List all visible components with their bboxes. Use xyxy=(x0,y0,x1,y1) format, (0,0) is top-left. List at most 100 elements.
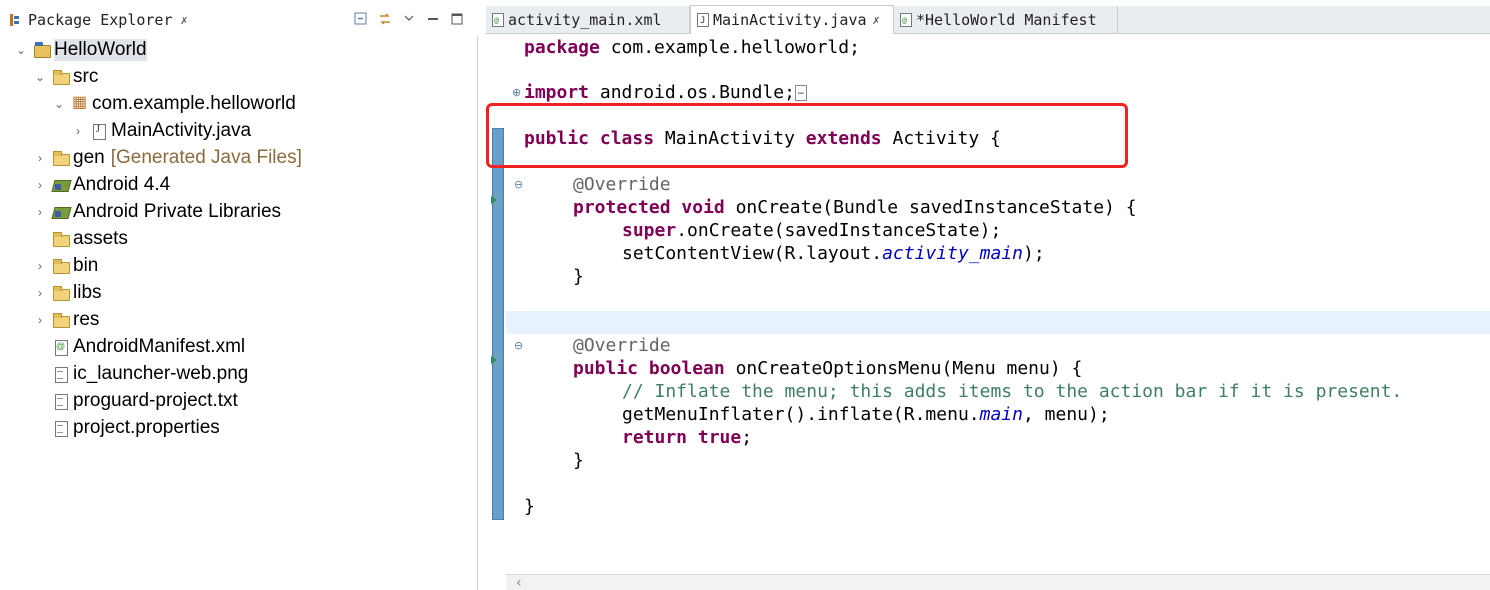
folder-icon xyxy=(53,285,70,301)
code-line: } xyxy=(524,496,535,517)
code-line: setContentView(R.layout.activity_main); xyxy=(622,243,1045,264)
tree-item-src[interactable]: ⌄ src xyxy=(33,63,98,90)
code-line: getMenuInflater().inflate(R.menu.main, m… xyxy=(622,404,1110,425)
tree-item-label: res xyxy=(73,308,100,330)
link-with-editor-icon[interactable] xyxy=(378,11,392,25)
tree-item-decoration: [Generated Java Files] xyxy=(110,146,302,168)
tab-label: MainActivity.java xyxy=(713,11,867,29)
file-icon xyxy=(53,420,69,437)
tab-helloworld-manifest[interactable]: @ *HelloWorld Manifest xyxy=(894,6,1118,34)
view-menu-icon[interactable] xyxy=(402,11,416,25)
tree-item-label: proguard-project.txt xyxy=(73,389,238,411)
tree-item-label: ic_launcher-web.png xyxy=(73,362,249,384)
tab-mainactivity-java[interactable]: J MainActivity.java ✗ xyxy=(690,5,894,34)
tree-item-bin[interactable]: › bin xyxy=(33,252,98,279)
chevron-right-icon[interactable]: › xyxy=(71,124,85,138)
code-line: } xyxy=(573,450,584,471)
code-line: import android.os.Bundle;… xyxy=(524,81,807,104)
chevron-right-icon[interactable]: › xyxy=(33,259,47,273)
java-file-icon xyxy=(91,123,107,140)
close-icon[interactable]: ✗ xyxy=(181,13,188,27)
tree-item-label: Android Private Libraries xyxy=(73,200,282,222)
svg-text:@: @ xyxy=(902,16,907,25)
package-explorer-header: Package Explorer ✗ xyxy=(0,0,478,36)
fold-collapse-icon[interactable]: ⊖ xyxy=(514,178,523,191)
tab-label: *HelloWorld Manifest xyxy=(916,11,1097,29)
tree-item-spacer xyxy=(33,394,47,408)
tree-item-android-private-libraries[interactable]: › Android Private Libraries xyxy=(33,198,281,225)
tree-item-proguard-project[interactable]: proguard-project.txt xyxy=(33,387,238,414)
folder-icon xyxy=(53,258,70,274)
xml-file-icon: @ xyxy=(492,13,504,27)
code-line: @Override xyxy=(573,335,671,356)
tab-activity-main-xml[interactable]: @ activity_main.xml xyxy=(486,6,690,34)
library-icon xyxy=(53,204,69,220)
tree-item-label: bin xyxy=(73,254,99,276)
code-line: @Override xyxy=(573,174,671,195)
tree-item-project-properties[interactable]: project.properties xyxy=(33,414,220,441)
collapse-all-icon[interactable] xyxy=(354,11,368,25)
horizontal-scrollbar[interactable]: ‹ xyxy=(506,574,1490,590)
tree-item-ic-launcher-web[interactable]: ic_launcher-web.png xyxy=(33,360,248,387)
tree-item-label: Android 4.4 xyxy=(73,173,171,195)
chevron-right-icon[interactable]: › xyxy=(33,178,47,192)
folder-icon xyxy=(53,231,70,247)
java-editor: @ activity_main.xml J MainActivity.java … xyxy=(486,0,1490,590)
file-icon xyxy=(53,393,69,410)
fold-collapse-icon[interactable]: ⊖ xyxy=(514,339,523,352)
code-line: public boolean onCreateOptionsMenu(Menu … xyxy=(573,358,1083,379)
chevron-down-icon[interactable]: ⌄ xyxy=(52,97,66,111)
folded-code-icon[interactable]: … xyxy=(794,85,807,101)
chevron-down-icon[interactable]: ⌄ xyxy=(14,43,28,57)
tree-item-label: src xyxy=(73,65,99,87)
chevron-right-icon[interactable]: › xyxy=(33,151,47,165)
close-icon[interactable]: ✗ xyxy=(873,13,880,27)
package-explorer-title: Package Explorer xyxy=(28,11,173,29)
tree-item-libs[interactable]: › libs xyxy=(33,279,102,306)
xml-file-icon xyxy=(53,339,69,356)
editor-tab-bar: @ activity_main.xml J MainActivity.java … xyxy=(486,5,1490,34)
folder-icon xyxy=(53,69,70,85)
tree-item-spacer xyxy=(33,340,47,354)
folder-icon xyxy=(53,312,70,328)
package-icon xyxy=(72,92,88,112)
tree-item-label: gen xyxy=(73,146,105,168)
tree-item-helloworld[interactable]: ⌄ HelloWorld xyxy=(14,36,147,63)
tree-item-spacer xyxy=(33,232,47,246)
scroll-left-icon[interactable]: ‹ xyxy=(516,575,522,590)
tree-item-label: assets xyxy=(73,227,128,249)
maximize-icon[interactable] xyxy=(450,11,464,25)
code-line: super.onCreate(savedInstanceState); xyxy=(622,220,1002,241)
tree-item-mainactivity[interactable]: › MainActivity.java xyxy=(71,117,251,144)
tree-item-androidmanifest[interactable]: AndroidManifest.xml xyxy=(33,333,245,360)
tree-item-label: libs xyxy=(73,281,102,303)
tree-item-label: MainActivity.java xyxy=(111,119,252,141)
highlight-box xyxy=(486,103,1128,168)
package-explorer-view: Package Explorer ✗ ⌄ HelloWorld ⌄ src ⌄ … xyxy=(0,0,478,590)
code-line: return true; xyxy=(622,427,753,448)
chevron-right-icon[interactable]: › xyxy=(33,286,47,300)
quick-diff-change-bar[interactable] xyxy=(492,128,504,520)
tree-item-label: AndroidManifest.xml xyxy=(73,335,246,357)
project-icon xyxy=(34,41,51,58)
tree-item-res[interactable]: › res xyxy=(33,306,99,333)
tree-item-package[interactable]: ⌄ com.example.helloworld xyxy=(52,90,296,117)
chevron-right-icon[interactable]: › xyxy=(33,205,47,219)
code-line: package com.example.helloworld; xyxy=(524,37,860,58)
fold-expand-icon[interactable]: ⊕ xyxy=(512,86,521,99)
code-line: protected void onCreate(Bundle savedInst… xyxy=(573,197,1137,218)
tree-item-android-44[interactable]: › Android 4.4 xyxy=(33,171,170,198)
package-explorer-tab[interactable]: Package Explorer ✗ xyxy=(8,8,188,32)
minimize-icon[interactable] xyxy=(426,11,440,25)
chevron-right-icon[interactable]: › xyxy=(33,313,47,327)
library-icon xyxy=(53,177,69,193)
tab-label: activity_main.xml xyxy=(508,11,662,29)
svg-text:@: @ xyxy=(494,16,499,25)
code-line: } xyxy=(573,266,584,287)
chevron-down-icon[interactable]: ⌄ xyxy=(33,70,47,84)
view-toolbar xyxy=(354,8,464,28)
code-line: // Inflate the menu; this adds items to … xyxy=(622,381,1403,402)
tree-item-assets[interactable]: assets xyxy=(33,225,128,252)
tree-item-gen[interactable]: › gen [Generated Java Files] xyxy=(33,144,302,171)
tree-item-label: com.example.helloworld xyxy=(92,92,296,114)
